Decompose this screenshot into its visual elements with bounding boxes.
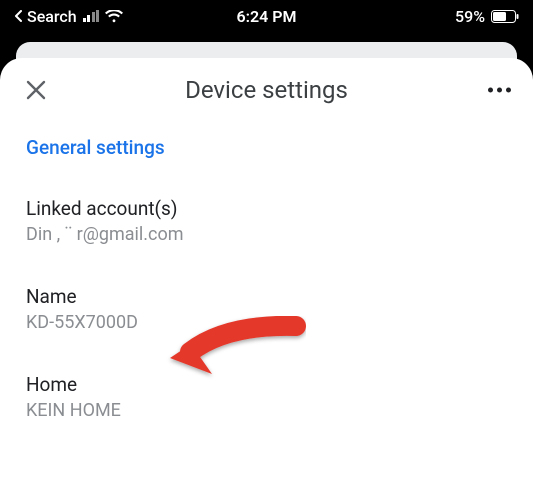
more-dots-icon [488, 88, 493, 93]
status-right: 59% [455, 7, 519, 26]
home-label: Home [26, 373, 507, 396]
device-name-label: Name [26, 285, 507, 308]
phone-frame: Search 6:24 PM 59% Device settings [0, 0, 533, 500]
linked-accounts-field[interactable]: Linked account(s) Din , ¨ r@gmail.com [26, 197, 507, 245]
close-icon [25, 79, 47, 101]
home-field[interactable]: Home KEIN HOME [26, 373, 507, 421]
home-value: KEIN HOME [26, 400, 507, 421]
general-settings-link[interactable]: General settings [26, 136, 507, 159]
status-left: Search [14, 7, 123, 26]
linked-accounts-label: Linked account(s) [26, 197, 507, 220]
device-name-field[interactable]: Name KD-55X7000D [26, 285, 507, 333]
back-app-label[interactable]: Search [27, 7, 77, 26]
ios-status-bar: Search 6:24 PM 59% [0, 0, 533, 32]
settings-sheet: Device settings General settings Linked … [0, 58, 533, 500]
sheet-header: Device settings [0, 58, 533, 122]
battery-percent: 59% [455, 7, 485, 26]
more-menu-button[interactable] [488, 88, 511, 93]
back-chevron-icon[interactable] [14, 10, 24, 22]
cellular-signal-icon [83, 10, 100, 22]
linked-accounts-value: Din , ¨ r@gmail.com [26, 224, 507, 245]
wifi-icon [105, 10, 123, 23]
page-title: Device settings [185, 76, 348, 104]
device-name-value: KD-55X7000D [26, 312, 507, 333]
settings-content: General settings Linked account(s) Din ,… [0, 122, 533, 421]
close-button[interactable] [22, 76, 50, 104]
battery-icon [491, 10, 519, 23]
